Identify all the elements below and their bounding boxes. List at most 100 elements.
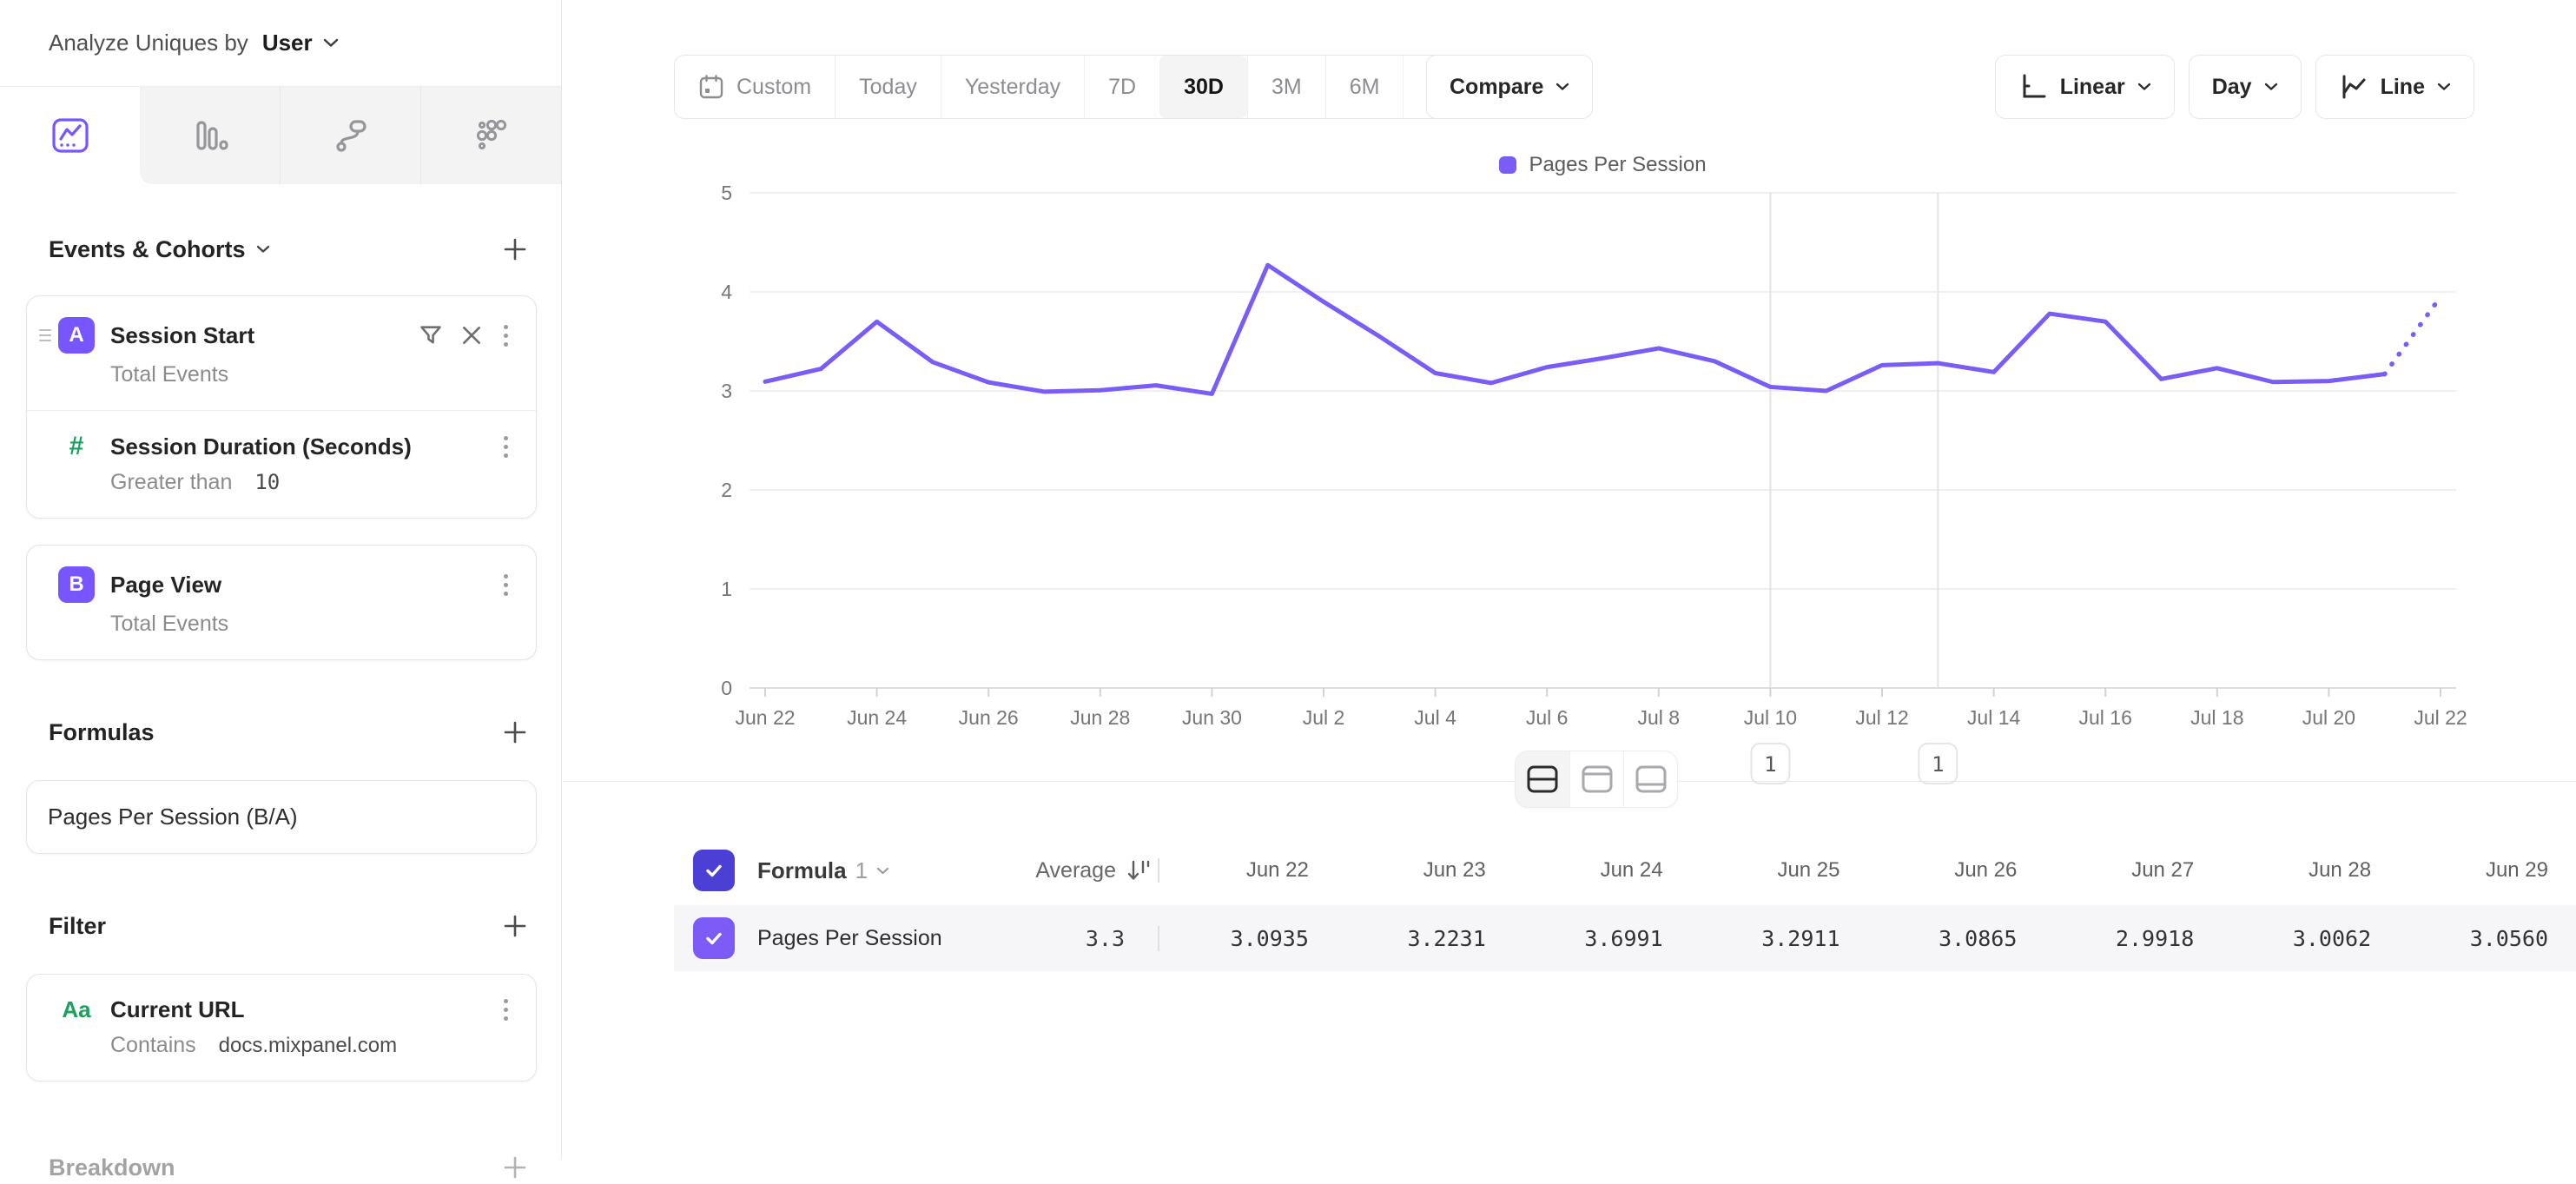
tab-flows[interactable] xyxy=(280,87,420,184)
x-axis-label: Jul 10 xyxy=(1744,706,1797,729)
chart-type-button[interactable]: Line xyxy=(2315,55,2474,119)
select-all-checkbox[interactable] xyxy=(693,850,735,891)
range-7d[interactable]: 7D xyxy=(1084,56,1159,118)
kebab-menu-icon[interactable] xyxy=(500,433,512,461)
line-chart-icon xyxy=(2339,72,2368,102)
breakdown-header: Breakdown xyxy=(26,1151,537,1184)
string-property-icon: Aa xyxy=(58,996,95,1023)
cell-value: 3.0935 xyxy=(1158,926,1337,951)
condition-value: 10 xyxy=(254,470,280,494)
x-axis-label: Jul 2 xyxy=(1303,706,1345,729)
formula-card[interactable]: Pages Per Session (B/A) xyxy=(26,780,537,854)
event-aggregation[interactable]: Total Events xyxy=(27,603,536,659)
row-checkbox[interactable] xyxy=(693,917,735,959)
tab-funnels[interactable] xyxy=(140,87,280,184)
interval-button[interactable]: Day xyxy=(2189,55,2302,119)
x-axis-label: Jun 26 xyxy=(959,706,1019,729)
cell-value: 2.9918 xyxy=(2044,926,2222,951)
chevron-down-icon xyxy=(2264,83,2278,91)
remove-event-icon[interactable] xyxy=(460,324,483,347)
range-custom[interactable]: Custom xyxy=(675,56,835,118)
chevron-down-icon xyxy=(1556,83,1569,91)
column-header[interactable]: Jun 25 xyxy=(1691,858,1868,883)
add-breakdown-button[interactable] xyxy=(499,1151,532,1184)
column-header[interactable]: Jun 23 xyxy=(1337,858,1514,883)
column-header[interactable]: Jun 26 xyxy=(1868,858,2045,883)
event-title[interactable]: Page View xyxy=(110,572,500,599)
column-header[interactable]: Jun 27 xyxy=(2044,858,2222,883)
analyze-value-dropdown[interactable]: User xyxy=(262,30,313,56)
sort-descending-icon[interactable] xyxy=(1125,857,1151,883)
report-type-tabs xyxy=(0,87,561,184)
drag-handle-icon[interactable] xyxy=(39,329,58,341)
y-axis-label: 3 xyxy=(721,380,732,402)
tab-retention[interactable] xyxy=(420,87,561,184)
row-name[interactable]: Pages Per Session xyxy=(757,926,942,951)
tab-insights[interactable] xyxy=(0,87,140,184)
view-toggle-group xyxy=(1515,751,1678,808)
range-3m[interactable]: 3M xyxy=(1247,56,1325,118)
cell-value: 3.2911 xyxy=(1691,926,1868,951)
series-header[interactable]: Formula xyxy=(757,857,847,884)
x-axis-label: Jul 16 xyxy=(2079,706,2132,729)
range-30d[interactable]: 30D xyxy=(1159,56,1247,118)
range-group: CustomTodayYesterday7D30D3M6M12M xyxy=(674,55,1494,119)
compare-button[interactable]: Compare xyxy=(1426,55,1593,119)
filter-title[interactable]: Current URL xyxy=(110,996,500,1023)
section-title: Formulas xyxy=(49,719,155,746)
insights-chart-icon xyxy=(50,115,91,156)
range-yesterday[interactable]: Yesterday xyxy=(941,56,1084,118)
y-axis-label: 2 xyxy=(721,479,732,501)
x-axis-label: Jul 8 xyxy=(1638,706,1681,729)
column-header[interactable]: Jun 24 xyxy=(1514,858,1691,883)
series-line[interactable] xyxy=(765,265,2385,394)
linear-axis-icon xyxy=(2018,72,2048,102)
chevron-down-icon xyxy=(2437,83,2451,91)
chevron-down-icon xyxy=(323,38,339,48)
column-header[interactable]: Jun 22 xyxy=(1158,858,1337,883)
event-aggregation[interactable]: Total Events xyxy=(27,354,536,410)
average-header[interactable]: Average xyxy=(1035,858,1116,883)
filter-condition[interactable]: Containsdocs.mixpanel.com xyxy=(27,1024,536,1081)
line-chart[interactable]: 012345Jun 22Jun 24Jun 26Jun 28Jun 30Jul … xyxy=(563,130,2576,825)
x-axis-label: Jun 30 xyxy=(1182,706,1242,729)
chevron-down-icon[interactable] xyxy=(256,245,270,254)
property-title[interactable]: Session Duration (Seconds) xyxy=(110,433,500,460)
filter-funnel-icon[interactable] xyxy=(419,323,443,347)
query-builder-sidebar: Analyze Uniques by User xyxy=(0,0,562,1159)
add-event-button[interactable] xyxy=(499,233,532,266)
table-header-row: Formula 1 Average Jun 22Jun 23Jun 24Jun … xyxy=(674,836,2576,905)
table-row: Pages Per Session 3.3 3.09353.22313.6991… xyxy=(674,905,2576,971)
chevron-down-icon[interactable] xyxy=(876,867,889,875)
analyze-label: Analyze Uniques by xyxy=(49,30,248,56)
x-axis-label: Jul 12 xyxy=(1855,706,1908,729)
add-filter-button[interactable] xyxy=(499,909,532,943)
range-today[interactable]: Today xyxy=(835,56,941,118)
table-only-view-button[interactable] xyxy=(1623,751,1677,807)
kebab-menu-icon[interactable] xyxy=(500,571,512,599)
y-axis-label: 1 xyxy=(721,578,732,600)
y-axis-label: 4 xyxy=(721,281,732,303)
event-card-session-start: A Session Start Total Events # Se xyxy=(26,295,537,519)
cell-value: 3.2231 xyxy=(1337,926,1514,951)
section-title: Events & Cohorts xyxy=(49,236,246,263)
y-axis-label: 0 xyxy=(721,677,732,699)
split-view-button[interactable] xyxy=(1516,751,1569,807)
events-cohorts-header: Events & Cohorts xyxy=(26,233,537,266)
chart-only-view-button[interactable] xyxy=(1569,751,1623,807)
report-main: CustomTodayYesterday7D30D3M6M12M Compare… xyxy=(563,0,2576,1159)
add-formula-button[interactable] xyxy=(499,716,532,749)
column-header[interactable]: Jun 28 xyxy=(2222,858,2399,883)
condition-value: docs.mixpanel.com xyxy=(219,1034,397,1057)
range-6m[interactable]: 6M xyxy=(1325,56,1404,118)
kebab-menu-icon[interactable] xyxy=(500,995,512,1024)
column-header[interactable]: Jun 29 xyxy=(2399,858,2576,883)
kebab-menu-icon[interactable] xyxy=(500,321,512,350)
series-header-index: 1 xyxy=(855,857,868,884)
filter-card-current-url: Aa Current URL Containsdocs.mixpanel.com xyxy=(26,974,537,1081)
event-title[interactable]: Session Start xyxy=(110,322,419,349)
property-card-session-duration: # Session Duration (Seconds) Greater tha… xyxy=(27,410,536,518)
property-condition[interactable]: Greater than10 xyxy=(27,461,536,518)
cell-value: 3.0865 xyxy=(1868,926,2045,951)
scale-button[interactable]: Linear xyxy=(1995,55,2175,119)
